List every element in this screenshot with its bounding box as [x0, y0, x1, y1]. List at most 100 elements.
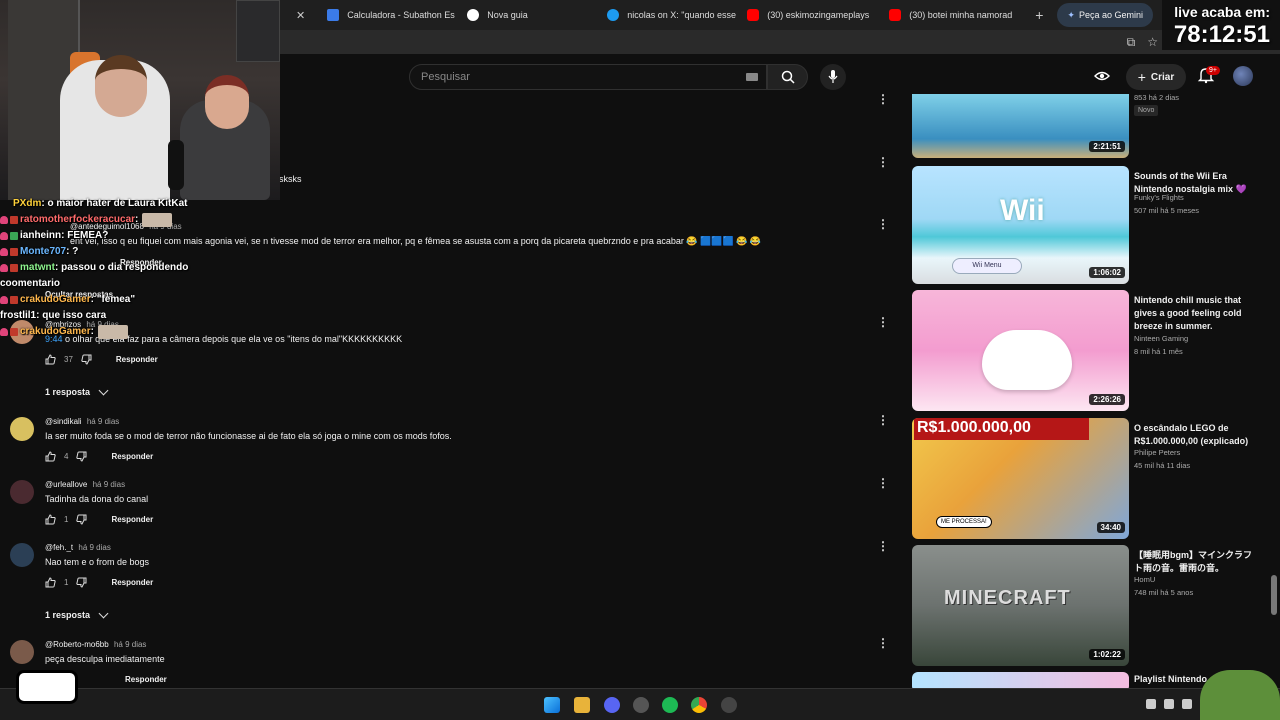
comment-time[interactable]: há 9 dias [78, 543, 110, 552]
app-icon[interactable] [633, 697, 649, 713]
dislike-icon[interactable] [76, 451, 87, 462]
channel-name[interactable]: Ninteen Gaming [1134, 334, 1188, 343]
video-meta: 853 há 2 dias [1134, 93, 1180, 102]
avatar[interactable] [10, 543, 34, 567]
video-title[interactable]: 【睡眠用bgm】マインクラフト雨の音。雷雨の音。 [1134, 549, 1256, 575]
video-thumbnail[interactable]: MINECRAFT [912, 545, 1129, 666]
tab-label: Nova guia [487, 10, 528, 20]
like-icon[interactable] [45, 514, 56, 525]
channel-name[interactable]: Funky's Flights [1134, 193, 1184, 202]
reply-button[interactable]: Responder [125, 675, 167, 684]
video-thumbnail[interactable] [912, 290, 1129, 411]
close-tab-icon[interactable]: ✕ [1012, 9, 1021, 22]
badge-icon [10, 248, 18, 256]
thumbnail-caption: R$1.000.000,00 [914, 418, 1089, 440]
bookmark-star-icon[interactable]: ☆ [1147, 35, 1158, 50]
account-avatar[interactable] [1233, 66, 1253, 86]
browser-tab[interactable]: nicolas on X: "quando esse ✕ [597, 2, 737, 28]
youtube-icon [747, 9, 760, 21]
avatar[interactable] [10, 640, 34, 664]
video-duration: 1:06:02 [1089, 267, 1125, 278]
channel-name[interactable]: HomU [1134, 575, 1155, 584]
reply-button[interactable]: Responder [111, 578, 153, 587]
comment-text: peça desculpa imediatamente [45, 654, 165, 664]
comment-author[interactable]: @feh._t [45, 543, 73, 552]
network-icon[interactable] [1146, 699, 1156, 709]
cast-icon[interactable]: ⧉ [1127, 35, 1136, 50]
tab-label: nicolas on X: "quando esse [627, 10, 736, 20]
new-tab-icon[interactable]: + [1021, 7, 1057, 23]
video-meta: 8 mil há 1 mês [1134, 347, 1183, 356]
recommended-video[interactable]: MINECRAFT 1:02:22 【睡眠用bgm】マインクラフト雨の音。雷雨の… [912, 545, 1272, 666]
recommended-video[interactable]: Wii Wii Menu 1:06:02 Sounds of the Wii E… [912, 166, 1272, 284]
avatar[interactable] [10, 417, 34, 441]
close-tab-icon[interactable]: ✕ [280, 9, 317, 22]
thumbnail-caption: MINECRAFT [944, 587, 1071, 609]
show-replies-button[interactable]: 1 resposta [45, 385, 109, 397]
close-tab-icon[interactable]: ✕ [869, 9, 879, 22]
chat-user: Monte707 [20, 246, 67, 257]
voice-search-button[interactable] [820, 64, 846, 90]
chat-text: FEMEA? [67, 230, 109, 241]
reply-button[interactable]: Responder [111, 452, 153, 461]
more-options-icon[interactable]: ⋮ [877, 93, 889, 105]
comment-author-row: @sindikali há 9 dias [45, 417, 119, 426]
chrome-icon[interactable] [691, 697, 707, 713]
wifi-icon[interactable] [1164, 699, 1174, 709]
search-button[interactable] [767, 64, 808, 90]
video-title[interactable]: O escândalo LEGO de R$1.000.000,00 (expl… [1134, 422, 1256, 448]
stream-chat-overlay: PXdm: o maior hater de Laura KitKat rato… [0, 196, 280, 340]
dislike-icon[interactable] [76, 514, 87, 525]
more-options-icon[interactable]: ⋮ [877, 540, 889, 552]
more-options-icon[interactable]: ⋮ [877, 218, 889, 230]
volume-icon[interactable] [1182, 699, 1192, 709]
comment-author[interactable]: @Roberto-mo6bb [45, 640, 109, 649]
comment-author[interactable]: @sindikali [45, 417, 82, 426]
comment-time[interactable]: há 9 dias [114, 640, 146, 649]
more-options-icon[interactable]: ⋮ [877, 316, 889, 328]
create-button[interactable]: + Criar [1126, 64, 1186, 90]
like-icon[interactable] [45, 354, 56, 365]
recommended-video[interactable]: R$1.000.000,00 ME PROCESSA! 34:40 O escâ… [912, 418, 1272, 539]
chat-text: ? [72, 246, 79, 257]
like-icon[interactable] [45, 577, 56, 588]
recommended-video[interactable]: 2:26:26 Nintendo chill music that gives … [912, 290, 1272, 411]
dislike-icon[interactable] [76, 577, 87, 588]
discord-icon[interactable] [604, 697, 620, 713]
frog-emote-icon [1200, 670, 1280, 720]
browser-tab[interactable]: Calculadora - Subathon Es [317, 2, 457, 28]
reply-button[interactable]: Responder [111, 515, 153, 524]
eye-icon[interactable] [1094, 69, 1110, 83]
file-explorer-icon[interactable] [574, 697, 590, 713]
more-options-icon[interactable]: ⋮ [877, 637, 889, 649]
like-icon[interactable] [45, 451, 56, 462]
keyboard-icon[interactable] [746, 73, 758, 81]
channel-name[interactable]: Philipe Peters [1134, 448, 1180, 457]
comment-author[interactable]: @urleallove [45, 480, 87, 489]
browser-tab[interactable]: (30) eskimozingameplays ✕ [737, 2, 879, 28]
chat-text: o maior hater de Laura KitKat [47, 198, 188, 209]
gemini-button[interactable]: ✦ Peça ao Gemini [1057, 3, 1153, 27]
video-title[interactable]: Nintendo chill music that gives a good f… [1134, 294, 1256, 333]
video-thumbnail[interactable] [912, 672, 1129, 688]
more-options-icon[interactable]: ⋮ [877, 414, 889, 426]
browser-tab[interactable]: Nova guia [457, 2, 597, 28]
reply-button[interactable]: Responder [116, 355, 158, 364]
search-input[interactable]: Pesquisar [409, 64, 767, 90]
page-scrollbar[interactable] [1271, 575, 1277, 615]
spotify-icon[interactable] [662, 697, 678, 713]
gemini-icon: ✦ [1067, 9, 1075, 20]
comment-time[interactable]: há 9 dias [87, 417, 119, 426]
windows-start-icon[interactable] [544, 697, 560, 713]
dislike-icon[interactable] [81, 354, 92, 365]
video-thumbnail[interactable]: R$1.000.000,00 ME PROCESSA! [912, 418, 1129, 539]
browser-tab[interactable]: (30) botei minha namorad ✕ [879, 2, 1021, 28]
app-icon[interactable] [721, 697, 737, 713]
comment-time[interactable]: há 9 dias [93, 480, 125, 489]
more-options-icon[interactable]: ⋮ [877, 477, 889, 489]
recommended-video[interactable]: 2:21:51 853 há 2 dias [912, 93, 1272, 158]
show-replies-button[interactable]: 1 resposta [45, 608, 109, 620]
emote-icon [142, 213, 173, 227]
avatar[interactable] [10, 480, 34, 504]
more-options-icon[interactable]: ⋮ [877, 156, 889, 168]
